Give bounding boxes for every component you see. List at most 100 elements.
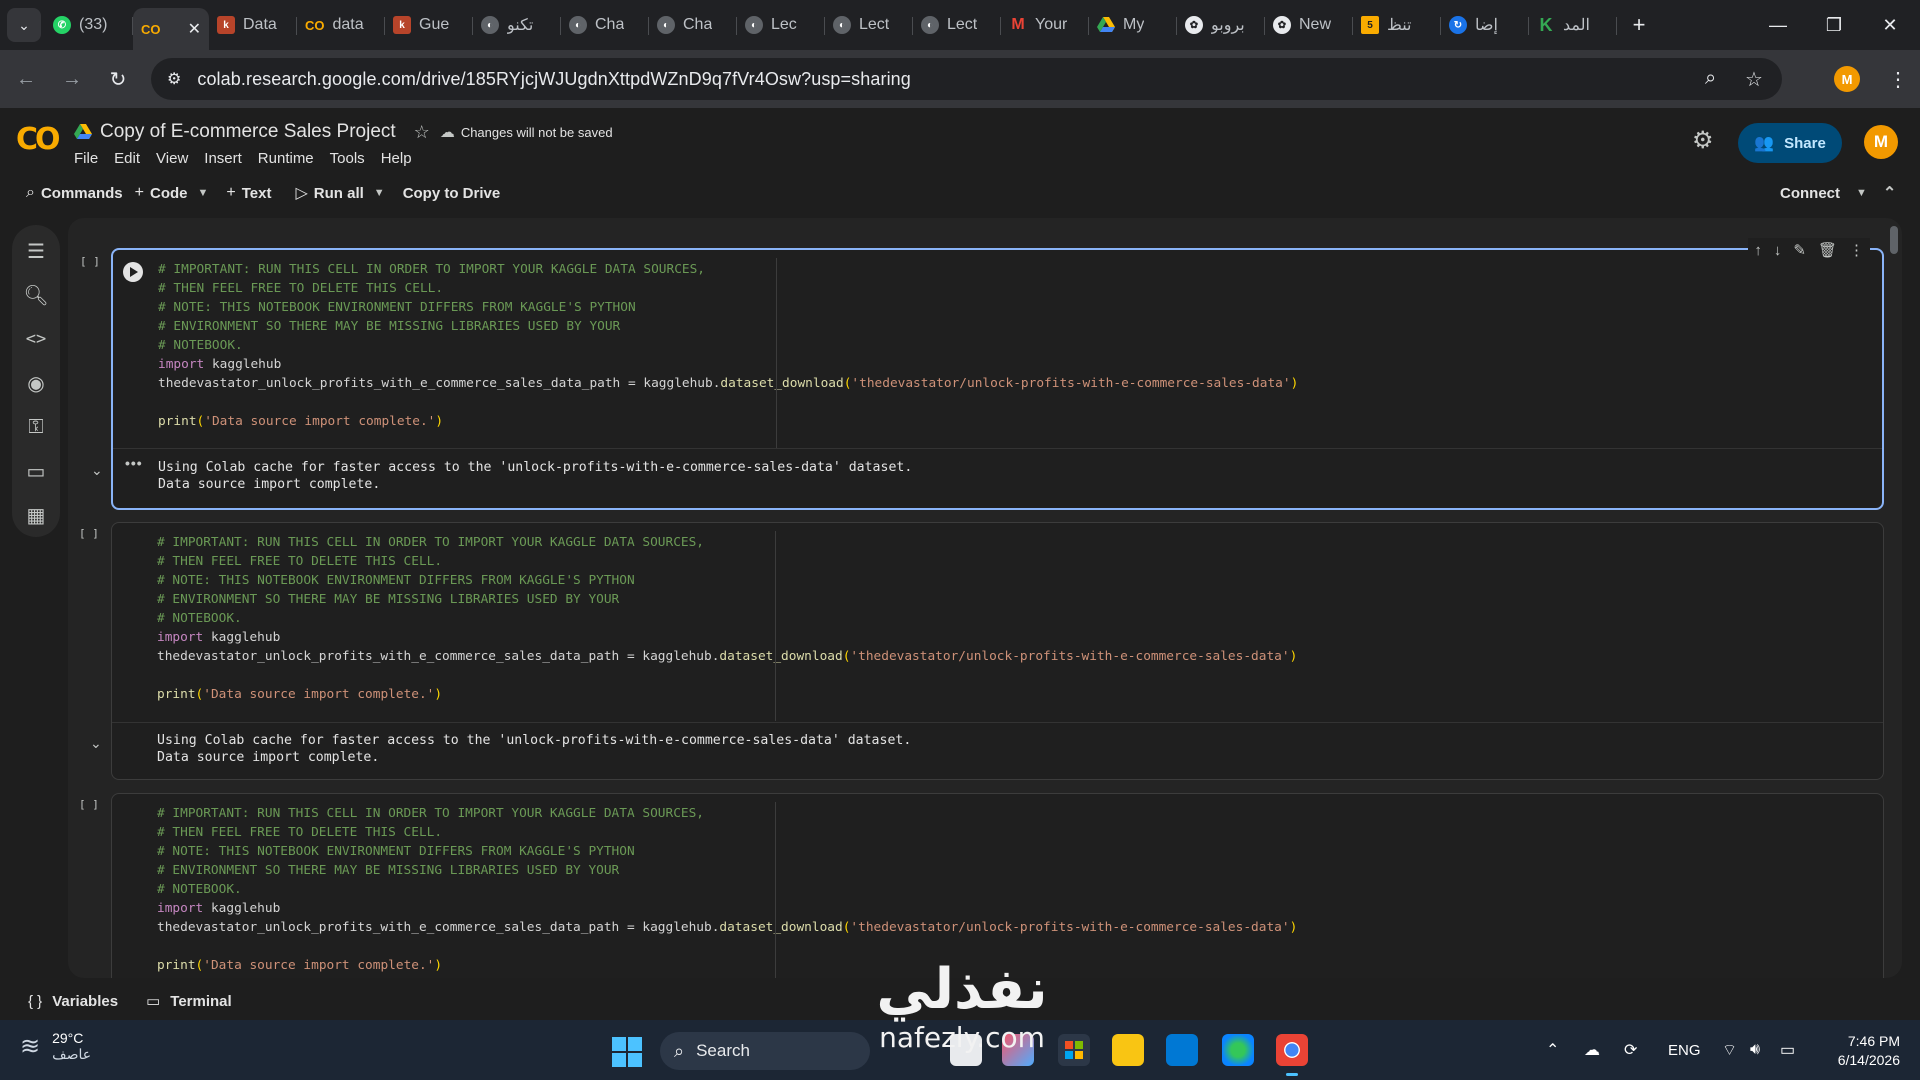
- browser-tab[interactable]: ◐ Cha: [649, 5, 737, 45]
- commands-button[interactable]: ⌕ Commands: [26, 184, 123, 202]
- gear-icon[interactable]: ⚙: [1692, 126, 1714, 155]
- close-window-button[interactable]: ✕: [1862, 0, 1918, 50]
- variable-inspector-icon[interactable]: ◉: [24, 371, 48, 395]
- code-cell[interactable]: [ ] # IMPORTANT: RUN THIS CELL IN ORDER …: [79, 522, 1884, 780]
- wifi-icon[interactable]: ⌔: [1722, 1020, 1737, 1080]
- browser-tab[interactable]: M Your: [1001, 5, 1089, 45]
- browser-tab[interactable]: K المد: [1529, 5, 1617, 45]
- copilot-icon[interactable]: [1002, 1034, 1034, 1066]
- close-tab-icon[interactable]: ✕: [188, 19, 201, 39]
- menu-file[interactable]: File: [74, 150, 98, 167]
- code-snippets-icon[interactable]: <>: [24, 327, 48, 351]
- more-vert-icon[interactable]: ⋮: [1849, 241, 1864, 259]
- run-cell-button[interactable]: [123, 262, 143, 282]
- browser-tab[interactable]: k Data: [209, 5, 297, 45]
- star-icon[interactable]: ☆: [414, 122, 430, 143]
- add-code-button[interactable]: + Code: [135, 184, 188, 202]
- secrets-key-icon[interactable]: ⚿: [24, 415, 48, 439]
- code-editor[interactable]: # IMPORTANT: RUN THIS CELL IN ORDER TO I…: [157, 533, 1297, 704]
- move-down-icon[interactable]: ↓: [1774, 242, 1782, 259]
- data-table-icon[interactable]: ▦: [24, 503, 48, 527]
- find-replace-icon[interactable]: 🔍︎: [23, 283, 48, 307]
- tab-search-button[interactable]: ⌄: [7, 8, 41, 42]
- profile-avatar[interactable]: M: [1834, 66, 1860, 92]
- browser-tab[interactable]: ✿ New: [1265, 5, 1353, 45]
- colab-logo[interactable]: CO: [16, 122, 60, 157]
- forward-button[interactable]: →: [52, 59, 92, 99]
- table-of-contents-icon[interactable]: ☰: [24, 239, 48, 263]
- minimize-button[interactable]: —: [1750, 0, 1806, 50]
- code-editor[interactable]: # IMPORTANT: RUN THIS CELL IN ORDER TO I…: [158, 260, 1298, 431]
- bookmark-star-icon[interactable]: ☆: [1745, 67, 1763, 92]
- store-icon[interactable]: [1058, 1034, 1090, 1066]
- onedrive-icon[interactable]: ☁: [1584, 1020, 1600, 1080]
- collapse-header-icon[interactable]: ⌃: [1883, 183, 1896, 203]
- connect-button[interactable]: Connect ▼ ⌃: [1780, 178, 1896, 208]
- back-button[interactable]: ←: [6, 59, 46, 99]
- code-editor[interactable]: # IMPORTANT: RUN THIS CELL IN ORDER TO I…: [157, 804, 1297, 975]
- edit-link-icon[interactable]: ✎: [1793, 241, 1806, 259]
- browser-tab[interactable]: k Gue: [385, 5, 473, 45]
- menu-runtime[interactable]: Runtime: [258, 150, 314, 167]
- code-dropdown-icon[interactable]: ▼: [198, 187, 209, 199]
- volume-icon[interactable]: 🔊︎: [1750, 1020, 1760, 1080]
- browser-tab[interactable]: ↻ إضا: [1441, 5, 1529, 45]
- move-up-icon[interactable]: ↑: [1754, 242, 1762, 259]
- menu-edit[interactable]: Edit: [114, 150, 140, 167]
- new-tab-button[interactable]: +: [1623, 9, 1655, 41]
- output-actions-icon[interactable]: •••: [125, 455, 143, 471]
- browser-tab-active[interactable]: CO ✕: [133, 8, 209, 50]
- browser-tab[interactable]: ◐ Lec: [737, 5, 825, 45]
- sync-icon[interactable]: ⟳: [1624, 1020, 1637, 1080]
- menu-view[interactable]: View: [156, 150, 188, 167]
- address-bar[interactable]: ⚙ colab.research.google.com/drive/185RYj…: [151, 58, 1782, 100]
- chrome-icon[interactable]: [1276, 1034, 1308, 1076]
- variables-button[interactable]: { } Variables: [28, 993, 118, 1010]
- code-keyword: import: [157, 630, 204, 645]
- browser-tab[interactable]: ✆ (33): [45, 5, 133, 45]
- battery-icon[interactable]: ▭: [1780, 1020, 1795, 1080]
- app-icon[interactable]: [1166, 1034, 1198, 1066]
- menu-insert[interactable]: Insert: [204, 150, 242, 167]
- browser-tab[interactable]: ◐ Lect: [913, 5, 1001, 45]
- run-all-button[interactable]: ▷ Run all: [295, 183, 363, 203]
- add-text-button[interactable]: + Text: [226, 184, 271, 202]
- browser-tab[interactable]: ◐ Lect: [825, 5, 913, 45]
- files-folder-icon[interactable]: ▭: [24, 459, 48, 483]
- code-cell[interactable]: [ ] # IMPORTANT: RUN THIS CELL IN ORDER …: [79, 793, 1884, 978]
- copy-to-drive-button[interactable]: Copy to Drive: [403, 185, 501, 202]
- start-button[interactable]: [612, 1037, 642, 1067]
- weather-widget[interactable]: ≋ 29°C عاصف: [20, 1030, 91, 1063]
- menu-tools[interactable]: Tools: [330, 150, 365, 167]
- delete-icon[interactable]: 🗑︎: [1818, 241, 1837, 259]
- terminal-button[interactable]: ▭ Terminal: [146, 992, 232, 1011]
- reload-button[interactable]: ↻: [98, 59, 138, 99]
- collapse-output-icon[interactable]: ⌄: [91, 462, 103, 479]
- browser-tab[interactable]: ◐ تكنو: [473, 5, 561, 45]
- avatar[interactable]: M: [1864, 125, 1898, 159]
- connect-dropdown-icon[interactable]: ▼: [1856, 187, 1867, 199]
- browser-tab[interactable]: CO data: [297, 5, 385, 45]
- restore-button[interactable]: ❐: [1806, 0, 1862, 50]
- collapse-output-icon[interactable]: ⌄: [90, 735, 102, 752]
- browser-tab[interactable]: ✿ بروبو: [1177, 5, 1265, 45]
- edge-icon[interactable]: [1222, 1034, 1254, 1066]
- code-cell[interactable]: ↑ ↓ ✎ 🗑︎ ⋮ [ ] # IMPORTANT: RUN THIS CEL…: [80, 238, 1884, 510]
- show-hidden-icons[interactable]: ⌃: [1546, 1020, 1559, 1080]
- zoom-icon[interactable]: ⌕: [1705, 67, 1716, 90]
- language-indicator[interactable]: ENG: [1668, 1020, 1701, 1080]
- share-button[interactable]: 👥 Share: [1738, 123, 1842, 163]
- taskbar-search[interactable]: ⌕ Search: [660, 1032, 870, 1070]
- notebook-scrollbar[interactable]: [1890, 226, 1898, 254]
- task-view-icon[interactable]: [950, 1034, 982, 1066]
- browser-menu-button[interactable]: ⋮: [1878, 59, 1918, 99]
- browser-tab[interactable]: ◐ Cha: [561, 5, 649, 45]
- browser-tab[interactable]: 5 تنظ: [1353, 5, 1441, 45]
- site-info-icon[interactable]: ⚙: [167, 69, 181, 89]
- file-explorer-icon[interactable]: [1112, 1034, 1144, 1066]
- browser-tab[interactable]: My: [1089, 5, 1177, 45]
- run-all-dropdown-icon[interactable]: ▼: [374, 187, 385, 199]
- system-clock[interactable]: 7:46 PM 6/14/2026: [1820, 1032, 1900, 1070]
- notebook-title[interactable]: Copy of E-commerce Sales Project: [100, 121, 396, 143]
- menu-help[interactable]: Help: [381, 150, 412, 167]
